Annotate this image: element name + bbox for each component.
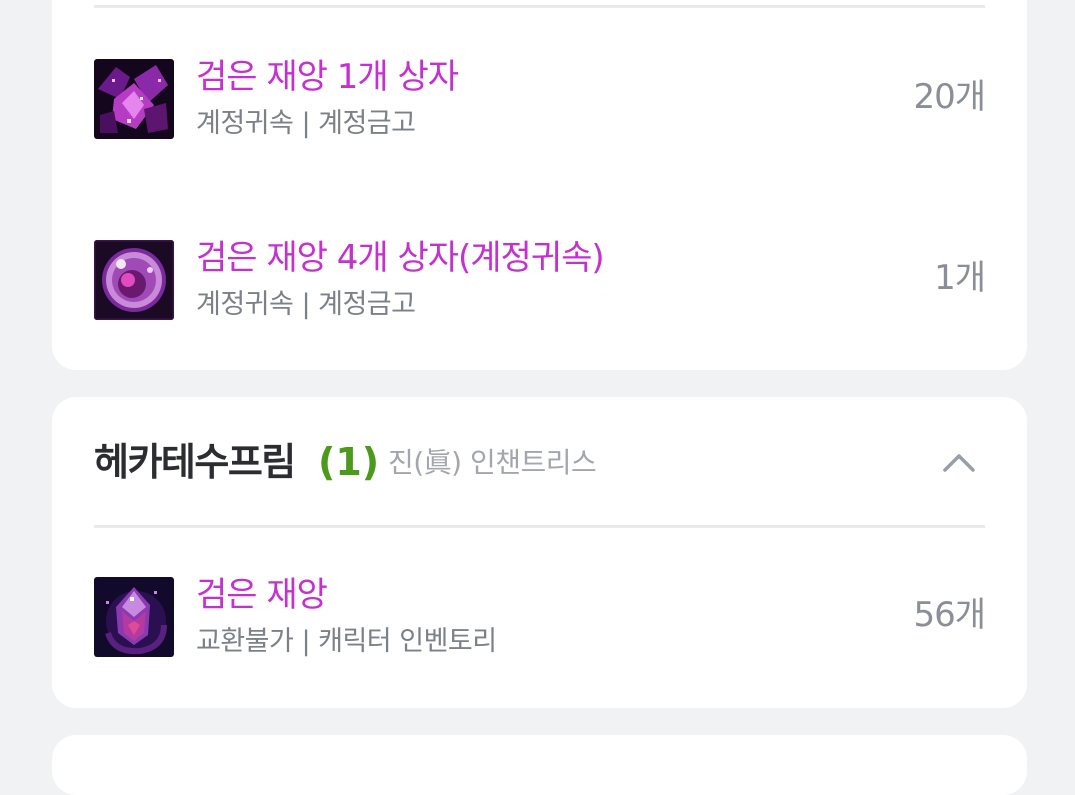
divider [94,5,985,8]
inventory-item[interactable]: 검은 재앙 교환불가 | 캐릭터 인벤토리 56개 [94,575,986,659]
item-count: 56개 [913,595,986,635]
item-name: 검은 재앙 1개 상자 [196,57,459,97]
item-binding-location: 교환불가 | 캐릭터 인벤토리 [196,626,497,657]
purple-crystal-box-icon [94,59,174,139]
inventory-item[interactable]: 검은 재앙 4개 상자(계정귀속) 계정귀속 | 계정금고 1개 [94,238,986,322]
item-count: 1개 [934,258,986,298]
character-item-count: (1) [318,440,380,484]
character-name: 헤카테수프림 [94,440,296,484]
purple-gem-icon [94,577,174,657]
purple-orb-box-icon [94,240,174,320]
item-name: 검은 재앙 [196,575,328,615]
character-inventory-card: 헤카테수프림 (1) 진(眞) 인챈트리스 검은 재앙 교환불가 | 캐릭터 인… [52,397,1027,708]
server-name: 진(眞) 인챈트리스 [388,446,597,479]
chevron-up-icon[interactable] [939,443,979,483]
divider [94,525,985,528]
item-count: 20개 [913,77,986,117]
character-header[interactable]: 헤카테수프림 (1) 진(眞) 인챈트리스 [94,437,985,487]
item-name: 검은 재앙 4개 상자(계정귀속) [196,238,605,278]
item-binding-location: 계정귀속 | 계정금고 [196,289,416,320]
item-binding-location: 계정귀속 | 계정금고 [196,108,416,139]
character-inventory-card [52,735,1027,795]
character-inventory-card: 검은 재앙 1개 상자 계정귀속 | 계정금고 20개 검은 재앙 4개 상자(… [52,0,1027,370]
inventory-item[interactable]: 검은 재앙 1개 상자 계정귀속 | 계정금고 20개 [94,57,986,141]
